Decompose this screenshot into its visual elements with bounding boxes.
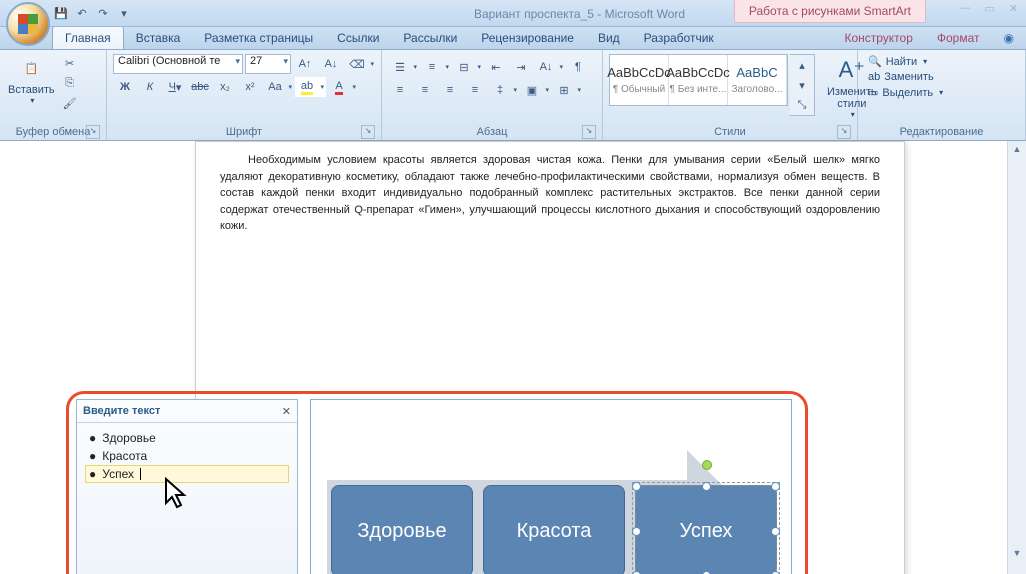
indent-inc-button[interactable]: ⇥ xyxy=(509,57,533,77)
tab-developer[interactable]: Разработчик xyxy=(632,27,726,49)
tab-page-layout[interactable]: Разметка страницы xyxy=(192,27,325,49)
select-button[interactable]: ▭Выделить▾ xyxy=(866,85,945,100)
highlight-button[interactable]: ab xyxy=(295,77,326,97)
close-icon[interactable]: ✕ xyxy=(1009,2,1018,15)
change-case-button[interactable]: Aa xyxy=(263,77,294,97)
cut-icon[interactable]: ✂ xyxy=(61,54,79,72)
group-paragraph-label: Абзац xyxy=(477,126,508,138)
superscript-button[interactable]: x² xyxy=(238,77,262,97)
office-button[interactable] xyxy=(6,2,50,46)
ribbon-tabs: Главная Вставка Разметка страницы Ссылки… xyxy=(0,27,1026,50)
align-right-button[interactable]: ≡ xyxy=(438,80,462,100)
styles-more[interactable]: ⤡ xyxy=(790,95,814,115)
smartart-box-2[interactable]: Красота xyxy=(483,485,625,574)
title-bar: 💾 ↶ ↷ ▾ Вариант проспекта_5 - Microsoft … xyxy=(0,0,1026,27)
tab-home[interactable]: Главная xyxy=(52,26,124,49)
sort-button[interactable]: A↓ xyxy=(534,57,565,77)
multilevel-button[interactable]: ⊟ xyxy=(452,57,483,77)
bullets-button[interactable]: ☰ xyxy=(388,57,419,77)
styles-gallery[interactable]: AaBbCcDc¶ Обычный AaBbCcDc¶ Без инте... … xyxy=(609,54,788,106)
font-color-button[interactable]: A xyxy=(327,77,358,97)
redo-icon[interactable]: ↷ xyxy=(94,4,112,22)
tab-mailings[interactable]: Рассылки xyxy=(391,27,469,49)
tab-format[interactable]: Формат xyxy=(925,27,992,49)
font-name-combo[interactable]: Calibri (Основной те xyxy=(113,54,243,74)
smartart-canvas[interactable]: Здоровье Красота Успех xyxy=(310,399,792,574)
smartart-box-1[interactable]: Здоровье xyxy=(331,485,473,574)
style-normal[interactable]: AaBbCcDc¶ Обычный xyxy=(610,55,669,105)
select-icon: ▭ xyxy=(868,86,878,99)
vertical-scrollbar[interactable]: ▲ ▼ xyxy=(1007,141,1026,574)
text-pane-title: Введите текст xyxy=(83,405,160,417)
replace-icon: ab xyxy=(868,71,880,83)
tab-references[interactable]: Ссылки xyxy=(325,27,391,49)
paste-icon: 📋 xyxy=(17,54,45,82)
subscript-button[interactable]: x₂ xyxy=(213,77,237,97)
save-icon[interactable]: 💾 xyxy=(52,4,70,22)
text-pane-item[interactable]: ●Здоровье xyxy=(85,429,289,447)
shrink-font-icon[interactable]: A↓ xyxy=(319,54,343,74)
font-size-combo[interactable]: 27 xyxy=(245,54,291,74)
paragraph-text: Необходимым условием красоты является зд… xyxy=(220,152,880,235)
help-icon[interactable]: ◉ xyxy=(992,27,1026,49)
group-font-label: Шрифт xyxy=(226,126,262,138)
borders-button[interactable]: ⊞ xyxy=(552,80,583,100)
group-styles-label: Стили xyxy=(714,126,746,138)
ribbon: 📋 Вставить ▾ ✂ ⎘ 🖌 Буфер обмена↘ Calibri… xyxy=(0,50,1026,141)
styles-launcher[interactable]: ↘ xyxy=(837,125,851,139)
show-marks-button[interactable]: ¶ xyxy=(566,57,590,77)
smartart-text-pane[interactable]: Введите текст ✕ ●Здоровье ●Красота ●Успе… xyxy=(76,399,298,574)
find-icon: 🔍 xyxy=(868,55,882,68)
style-heading[interactable]: AaBbCЗаголово... xyxy=(728,55,787,105)
group-clipboard-label: Буфер обмена xyxy=(16,126,91,138)
smartart-box-3-selected[interactable]: Успех xyxy=(635,485,777,574)
rotation-handle-icon[interactable] xyxy=(702,460,712,470)
indent-dec-button[interactable]: ⇤ xyxy=(484,57,508,77)
qat-customize-icon[interactable]: ▾ xyxy=(115,4,133,22)
minimize-icon[interactable]: — xyxy=(959,2,970,15)
grow-font-icon[interactable]: A↑ xyxy=(293,54,317,74)
quick-access-toolbar: 💾 ↶ ↷ ▾ xyxy=(52,4,133,22)
clipboard-launcher[interactable]: ↘ xyxy=(86,125,100,139)
text-pane-close-icon[interactable]: ✕ xyxy=(282,405,291,418)
align-center-button[interactable]: ≡ xyxy=(413,80,437,100)
tab-review[interactable]: Рецензирование xyxy=(469,27,586,49)
document-area: Необходимым условием красоты является зд… xyxy=(0,141,1026,574)
shading-button[interactable]: ▣ xyxy=(520,80,551,100)
maximize-icon[interactable]: ▭ xyxy=(984,2,994,15)
line-spacing-button[interactable]: ‡ xyxy=(488,80,519,100)
align-justify-button[interactable]: ≡ xyxy=(463,80,487,100)
underline-button[interactable]: Ч▾ xyxy=(163,77,187,97)
styles-row-down[interactable]: ▾ xyxy=(790,75,814,95)
undo-icon[interactable]: ↶ xyxy=(73,4,91,22)
smartart-tools-label: Работа с рисунками SmartArt xyxy=(734,0,926,23)
font-launcher[interactable]: ↘ xyxy=(361,125,375,139)
tab-insert[interactable]: Вставка xyxy=(124,27,193,49)
styles-row-up[interactable]: ▴ xyxy=(790,55,814,75)
text-pane-item-selected[interactable]: ●Успех xyxy=(85,465,289,483)
align-left-button[interactable]: ≡ xyxy=(388,80,412,100)
numbering-button[interactable]: ≡ xyxy=(420,57,451,77)
replace-button[interactable]: abЗаменить xyxy=(866,70,945,84)
text-pane-item[interactable]: ●Красота xyxy=(85,447,289,465)
clear-format-icon[interactable]: ⌫ xyxy=(345,54,376,74)
strike-button[interactable]: abc xyxy=(188,77,212,97)
paste-button[interactable]: 📋 Вставить ▾ xyxy=(4,52,59,107)
tab-view[interactable]: Вид xyxy=(586,27,632,49)
tab-design[interactable]: Конструктор xyxy=(832,27,924,49)
scroll-down-icon[interactable]: ▼ xyxy=(1008,545,1026,561)
italic-button[interactable]: К xyxy=(138,77,162,97)
find-button[interactable]: 🔍Найти▾ xyxy=(866,54,945,69)
paragraph-launcher[interactable]: ↘ xyxy=(582,125,596,139)
group-editing-label: Редактирование xyxy=(900,126,984,138)
bold-button[interactable]: Ж xyxy=(113,77,137,97)
scroll-up-icon[interactable]: ▲ xyxy=(1008,141,1026,157)
style-no-spacing[interactable]: AaBbCcDc¶ Без инте... xyxy=(669,55,728,105)
copy-icon[interactable]: ⎘ xyxy=(61,74,79,92)
format-painter-icon[interactable]: 🖌 xyxy=(61,94,79,112)
